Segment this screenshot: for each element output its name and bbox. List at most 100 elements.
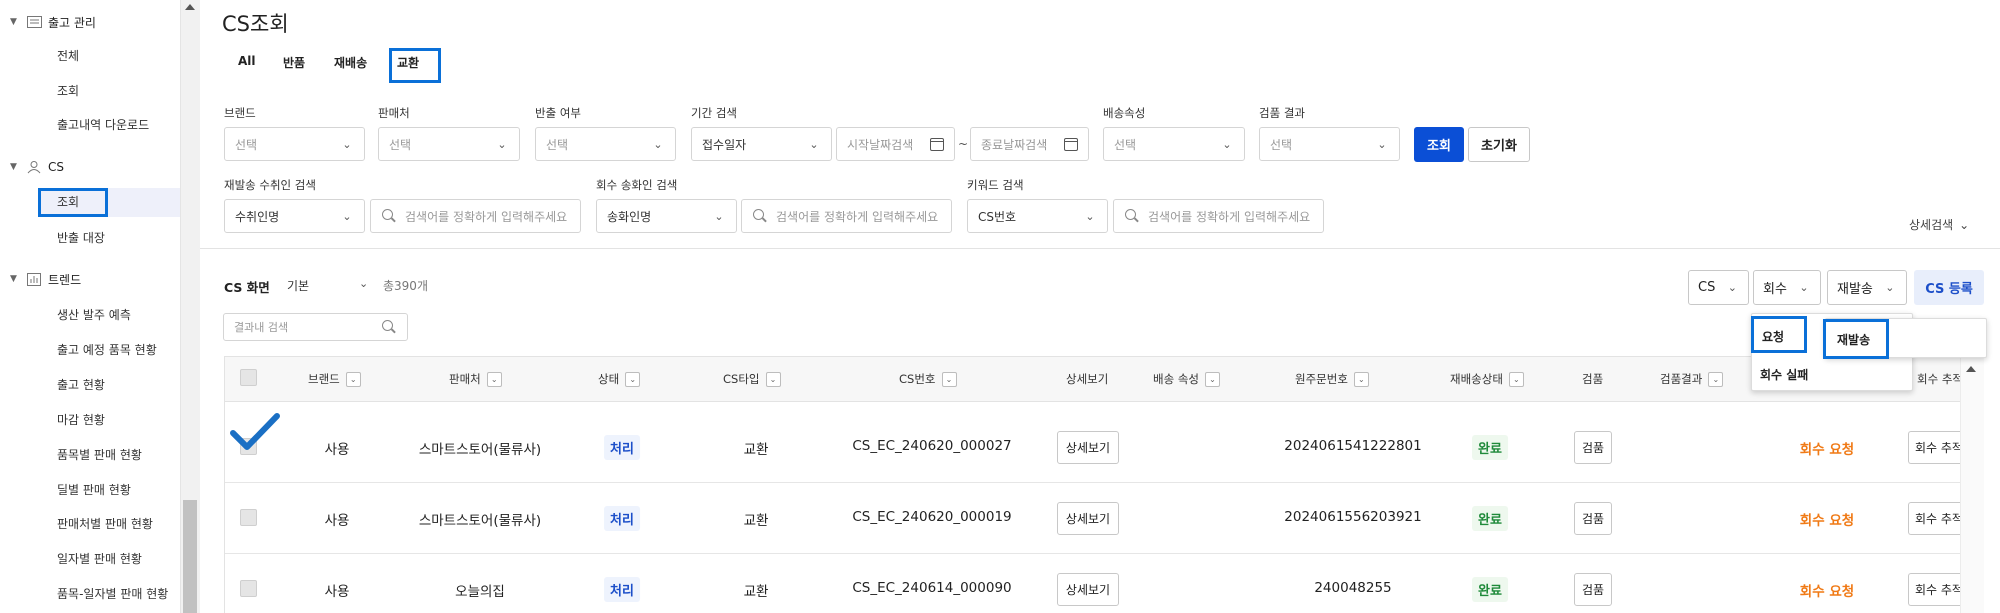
filter-chevron-icon[interactable]: ⌄ — [1204, 371, 1220, 387]
chevron-down-icon: ⌄ — [1885, 281, 1895, 294]
search-icon[interactable] — [381, 319, 397, 335]
filter-chevron-icon[interactable]: ⌄ — [345, 371, 361, 387]
detail-view-button[interactable]: 상세보기 — [1057, 431, 1119, 464]
keyword-type-value: CS번호 — [978, 209, 1017, 224]
sidebar-scroll-thumb[interactable] — [183, 500, 197, 613]
start-date-input[interactable]: 시작날짜검색 — [836, 127, 955, 161]
result-search-input[interactable]: 결과내 검색 — [223, 313, 408, 341]
inspect-button[interactable]: 검품 — [1574, 431, 1612, 464]
resend-dropdown-button[interactable]: 재발송 ⌄ — [1827, 270, 1907, 305]
column-header-order-no: 원주문번호 ⌄ — [1295, 371, 1369, 387]
menu-item-return-failed[interactable]: 회수 실패 — [1760, 366, 1808, 383]
return-tracking-button[interactable]: 회수 추적 — [1908, 573, 1960, 606]
date-range-separator: ~ — [958, 137, 969, 151]
cell-cs-no: CS_EC_240614_000090 — [852, 580, 1012, 596]
resend-status-badge: 완료 — [1472, 435, 1508, 460]
filter-chevron-icon[interactable]: ⌄ — [941, 371, 957, 387]
return-tracking-button[interactable]: 회수 추적 — [1908, 502, 1960, 535]
sidebar-item-trend[interactable]: 품목별 판매 현황 — [57, 444, 142, 466]
period-type-select[interactable]: 접수일자 ⌄ — [691, 127, 832, 161]
column-header-return-tracking: 회수 추적 — [1917, 372, 1963, 386]
row-checkbox[interactable] — [240, 509, 257, 526]
keyword-type-select[interactable]: CS번호 ⌄ — [967, 199, 1108, 233]
inspect-button[interactable]: 검품 — [1574, 573, 1612, 606]
tab-resend[interactable]: 재배송 — [334, 54, 367, 71]
cell-cs-no: CS_EC_240620_000019 — [852, 509, 1012, 525]
sidebar-item-trend[interactable]: 출고 예정 품목 현황 — [57, 339, 157, 361]
sidebar-item-trend[interactable]: 생산 발주 예측 — [57, 304, 131, 326]
chevron-down-icon: ⌄ — [1727, 281, 1737, 294]
calendar-icon[interactable] — [930, 137, 944, 151]
chart-icon — [26, 272, 42, 286]
sidebar-item-shipping-download[interactable]: 출고내역 다운로드 — [57, 114, 149, 136]
column-header-delivery-attr: 배송 속성 ⌄ — [1153, 371, 1220, 387]
chevron-down-icon: ⌄ — [1085, 209, 1095, 223]
scroll-up-arrow-icon[interactable] — [1966, 366, 1976, 372]
end-date-input[interactable]: 종료날짜검색 — [970, 127, 1089, 161]
detail-view-button[interactable]: 상세보기 — [1057, 573, 1119, 606]
chevron-down-icon[interactable]: ⌄ — [359, 277, 368, 290]
cs-dropdown-button[interactable]: CS ⌄ — [1688, 270, 1750, 305]
filter-chevron-icon[interactable]: ⌄ — [625, 371, 641, 387]
return-sender-type-select[interactable]: 송화인명 ⌄ — [596, 199, 737, 233]
resend-status-badge: 완료 — [1472, 506, 1508, 531]
seller-select[interactable]: 선택 ⌄ — [378, 127, 520, 161]
detail-search-toggle[interactable]: 상세검색 ⌄ — [1909, 216, 1969, 233]
resend-receiver-type-select[interactable]: 수취인명 ⌄ — [224, 199, 365, 233]
sidebar-item-trend[interactable]: 출고 현황 — [57, 374, 105, 396]
cell-cs-type: 교환 — [743, 442, 769, 458]
tab-return[interactable]: 반품 — [283, 54, 305, 71]
column-header-resend-status: 재배송상태 ⌄ — [1450, 371, 1524, 387]
sidebar-group-shipping[interactable]: ▼ 출고 관리 — [10, 11, 96, 33]
filter-chevron-icon[interactable]: ⌄ — [1353, 371, 1369, 387]
resend-receiver-search-input[interactable]: 검색어를 정확하게 입력해주세요 — [370, 199, 581, 233]
filter-chevron-icon[interactable]: ⌄ — [486, 371, 502, 387]
detail-search-label: 상세검색 — [1909, 218, 1954, 232]
cell-cs-type: 교환 — [743, 513, 769, 529]
status-badge: 처리 — [604, 435, 640, 460]
search-button[interactable]: 조회 — [1414, 127, 1464, 162]
filter-chevron-icon[interactable]: ⌄ — [1508, 371, 1524, 387]
scroll-up-arrow-icon[interactable] — [185, 4, 195, 10]
column-header-inspection-result: 검품결과 ⌄ — [1660, 371, 1724, 387]
sidebar-group-trend[interactable]: ▼ 트렌드 — [10, 268, 81, 290]
sidebar-item-trend[interactable]: 품목-일자별 판매 현황 — [57, 583, 168, 605]
filter-label-inspection-result: 검품 결과 — [1259, 106, 1305, 120]
inspection-result-select[interactable]: 선택 ⌄ — [1259, 127, 1400, 161]
reset-button[interactable]: 초기화 — [1468, 127, 1530, 162]
tab-all[interactable]: All — [238, 54, 256, 68]
brand-select[interactable]: 선택 ⌄ — [224, 127, 365, 161]
sidebar-group-cs[interactable]: ▼ CS — [10, 156, 64, 178]
filter-chevron-icon[interactable]: ⌄ — [1708, 371, 1724, 387]
resend-receiver-placeholder: 검색어를 정확하게 입력해주세요 — [405, 209, 568, 224]
filter-chevron-icon[interactable]: ⌄ — [765, 371, 781, 387]
view-mode-select[interactable]: 기본 — [287, 277, 309, 294]
cs-register-button[interactable]: CS 등록 — [1914, 270, 1984, 305]
chevron-down-icon: ⌄ — [653, 137, 663, 151]
table-scrollbar[interactable] — [1960, 357, 1984, 613]
user-icon — [26, 160, 42, 174]
cs-dropdown-label: CS — [1698, 280, 1716, 295]
sidebar-item-shipping-search[interactable]: 조회 — [57, 80, 79, 102]
return-sender-search-input[interactable]: 검색어를 정확하게 입력해주세요 — [741, 199, 952, 233]
inspect-button[interactable]: 검품 — [1574, 502, 1612, 535]
return-tracking-button[interactable]: 회수 추적 — [1908, 431, 1960, 464]
shipout-select[interactable]: 선택 ⌄ — [535, 127, 676, 161]
row-checkbox[interactable] — [240, 580, 257, 597]
detail-view-button[interactable]: 상세보기 — [1057, 502, 1119, 535]
select-all-checkbox[interactable] — [240, 369, 257, 386]
sidebar-item-trend[interactable]: 판매처별 판매 현황 — [57, 513, 153, 535]
annotation-highlight-box — [38, 188, 108, 217]
sidebar-item-receipt[interactable]: 전체 — [57, 45, 79, 67]
sidebar-item-cs-shipout-ledger[interactable]: 반출 대장 — [57, 227, 105, 249]
delivery-attr-select[interactable]: 선택 ⌄ — [1103, 127, 1245, 161]
cell-brand: 사용 — [324, 442, 350, 458]
sidebar-item-trend[interactable]: 마감 현황 — [57, 409, 105, 431]
return-dropdown-button[interactable]: 회수 ⌄ — [1753, 270, 1821, 305]
filter-label-period: 기간 검색 — [691, 106, 737, 120]
start-date-placeholder: 시작날짜검색 — [847, 137, 914, 152]
calendar-icon[interactable] — [1064, 137, 1078, 151]
sidebar-item-trend[interactable]: 일자별 판매 현황 — [57, 548, 142, 570]
sidebar-item-trend[interactable]: 딜별 판매 현황 — [57, 479, 131, 501]
keyword-search-input[interactable]: 검색어를 정확하게 입력해주세요 — [1113, 199, 1324, 233]
